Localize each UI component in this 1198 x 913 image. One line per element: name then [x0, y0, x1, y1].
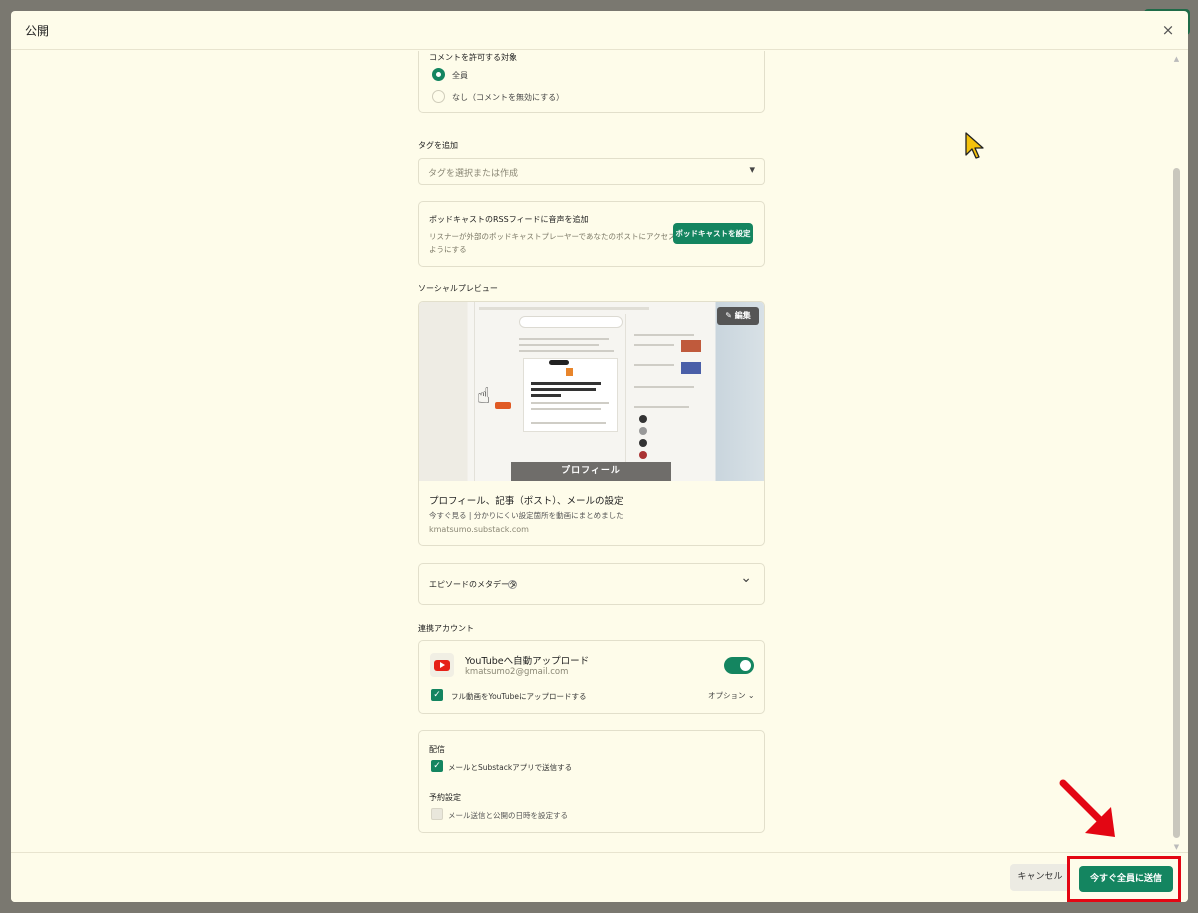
send-now-button[interactable]: 今すぐ全員に送信 [1079, 866, 1173, 892]
send-email-app-label: メールとSubstackアプリで送信する [448, 763, 573, 772]
schedule-title: 予約設定 [429, 793, 461, 802]
radio-everyone[interactable] [432, 68, 445, 81]
radio-none-label: なし（コメントを無効にする） [452, 93, 565, 102]
social-preview-card: ☝ ✎ 編集 プロフィール プロフィール、記事（ポスト）、メールの設定 今すぐ見… [418, 301, 765, 546]
social-preview-label: ソーシャルプレビュー [418, 284, 498, 293]
modal-title: 公開 [25, 24, 50, 38]
pencil-icon: ✎ [725, 311, 732, 320]
tags-label: タグを追加 [418, 141, 458, 150]
youtube-upload-checkbox[interactable]: ✓ [431, 689, 443, 701]
delivery-title: 配信 [429, 745, 445, 754]
modal-footer: キャンセル 今すぐ全員に送信 [11, 852, 1188, 902]
send-email-app-checkbox[interactable]: ✓ [431, 760, 443, 772]
delivery-card: 配信 ✓ メールとSubstackアプリで送信する 予約設定 メール送信と公開の… [418, 730, 765, 833]
tags-select[interactable]: タグを選択または作成 ▾ [418, 158, 765, 185]
podcast-rss-description-2: ようにする [429, 245, 467, 254]
close-icon[interactable]: × [1160, 21, 1176, 39]
podcast-setup-button[interactable]: ポッドキャストを設定 [673, 223, 753, 244]
options-label: オプション [708, 691, 746, 700]
radio-none[interactable] [432, 90, 445, 103]
modal-header: 公開 × [11, 11, 1188, 50]
preview-banner: プロフィール [511, 462, 671, 481]
tags-placeholder: タグを選択または作成 [428, 169, 519, 179]
youtube-upload-label: フル動画をYouTubeにアップロードする [451, 692, 587, 701]
radio-everyone-label: 全員 [452, 71, 468, 80]
options-dropdown[interactable]: オプション ⌄ [708, 690, 755, 701]
chevron-down-icon: ⌄ [740, 570, 752, 586]
modal-body: コメントを許可する対象 全員 なし（コメントを無効にする） タグを追加 タグを選… [11, 51, 1188, 852]
scrollbar[interactable]: ▲ ▼ [1172, 55, 1181, 851]
help-icon[interactable]: ? [508, 580, 517, 589]
comments-card: コメントを許可する対象 全員 なし（コメントを無効にする） [418, 51, 765, 113]
youtube-toggle[interactable] [724, 657, 754, 674]
comments-title: コメントを許可する対象 [429, 53, 517, 62]
edit-preview-button[interactable]: ✎ 編集 [717, 307, 759, 325]
chevron-down-icon: ▾ [749, 163, 755, 176]
youtube-email: kmatsumo2@gmail.com [465, 667, 569, 677]
podcast-rss-card: ポッドキャストのRSSフィードに音声を追加 リスナーが外部のポッドキャストプレー… [418, 201, 765, 267]
hand-cursor-icon: ☝ [477, 384, 491, 409]
preview-domain: kmatsumo.substack.com [429, 525, 529, 534]
podcast-rss-title: ポッドキャストのRSSフィードに音声を追加 [429, 215, 589, 224]
podcast-rss-description: リスナーが外部のポッドキャストプレーヤーであなたのポストにアクセスできる [429, 232, 698, 241]
episode-metadata-label: エピソードのメタデータ [429, 580, 517, 589]
publish-modal: 公開 × コメントを許可する対象 全員 なし（コメントを無効にする） タグを追加… [11, 11, 1188, 902]
scroll-up-icon[interactable]: ▲ [1172, 55, 1181, 63]
youtube-title: YouTubeへ自動アップロード [465, 656, 590, 667]
preview-title: プロフィール、記事（ポスト）、メールの設定 [429, 496, 624, 507]
edit-label: 編集 [734, 311, 751, 320]
mouse-pointer-icon [965, 132, 984, 159]
youtube-card: YouTubeへ自動アップロード kmatsumo2@gmail.com ✓ フ… [418, 640, 765, 714]
red-arrow-icon [1059, 779, 1115, 837]
chevron-down-icon: ⌄ [747, 691, 755, 700]
linked-accounts-label: 連携アカウント [418, 624, 474, 633]
schedule-checkbox[interactable] [431, 808, 443, 820]
schedule-label: メール送信と公開の日時を設定する [448, 811, 568, 820]
social-preview-image: ☝ ✎ 編集 プロフィール [419, 302, 764, 481]
scroll-down-icon[interactable]: ▼ [1172, 843, 1181, 851]
cancel-button[interactable]: キャンセル [1010, 864, 1070, 891]
scroll-thumb[interactable] [1173, 168, 1180, 838]
preview-subtitle: 今すぐ見る | 分かりにくい設定箇所を動画にまとめました [429, 511, 624, 520]
youtube-logo-icon [430, 653, 454, 677]
episode-metadata-card[interactable]: エピソードのメタデータ ? ⌄ [418, 563, 765, 605]
